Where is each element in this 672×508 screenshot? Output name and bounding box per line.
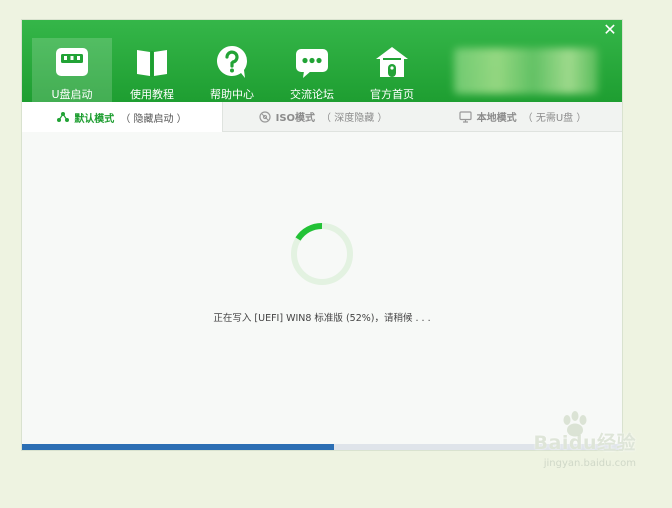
monitor-icon (459, 110, 472, 123)
nav-label: 使用教程 (130, 88, 174, 101)
nav-item-forum[interactable]: 交流论坛 (272, 38, 352, 102)
tab-iso-mode[interactable]: ISO模式 （ 深度隐藏 ） (223, 102, 423, 131)
close-icon[interactable]: ✕ (602, 22, 618, 38)
top-toolbar: ✕ U盘启动 使用教程 帮助中心 交流论坛 官方首页 (22, 20, 622, 102)
usb-drive-icon (56, 48, 88, 76)
progress-bar-fill (22, 444, 334, 450)
main-nav: U盘启动 使用教程 帮助中心 交流论坛 官方首页 (32, 38, 432, 102)
status-message: 正在写入 [UEFI] WIN8 标准版 (52%)，请稍候 . . . (213, 313, 431, 324)
question-bubble-icon (217, 46, 247, 78)
disc-icon (258, 110, 271, 123)
nav-label: 官方首页 (370, 88, 414, 101)
nav-label: 帮助中心 (210, 88, 254, 101)
tab-local-mode[interactable]: 本地模式 （ 无需U盘 ） (423, 102, 622, 131)
tab-title: ISO模式 (275, 113, 316, 124)
nav-label: U盘启动 (51, 88, 93, 101)
blurred-banner (454, 48, 598, 94)
mode-tabs: 默认模式 （ 隐藏启动 ） ISO模式 （ 深度隐藏 ） 本地模式 （ 无需U盘… (22, 102, 622, 132)
installer-window: ✕ U盘启动 使用教程 帮助中心 交流论坛 官方首页 默认模式 （ 隐藏启动 ）… (22, 20, 622, 450)
nav-label: 交流论坛 (290, 88, 334, 101)
tab-default-mode[interactable]: 默认模式 （ 隐藏启动 ） (22, 102, 223, 132)
tab-subtitle: （ 无需U盘 ） (522, 113, 587, 124)
home-icon (376, 47, 408, 77)
tab-subtitle: （ 隐藏启动 ） (120, 113, 187, 125)
main-content: 正在写入 [UEFI] WIN8 标准版 (52%)，请稍候 . . . (22, 132, 622, 444)
nav-item-help-center[interactable]: 帮助中心 (192, 38, 272, 102)
nav-item-homepage[interactable]: 官方首页 (352, 38, 432, 102)
baidu-jingyan-watermark: Baidu经验 jingyan.baidu.com (516, 411, 636, 486)
loading-spinner-icon (291, 222, 353, 285)
chat-bubble-icon (296, 49, 328, 78)
watermark-url: jingyan.baidu.com (543, 458, 636, 469)
book-icon (137, 50, 167, 77)
nav-item-usb-boot[interactable]: U盘启动 (32, 38, 112, 102)
paw-logo-icon (563, 411, 587, 437)
share-nodes-icon (57, 112, 70, 122)
tab-title: 默认模式 (74, 113, 115, 125)
tab-subtitle: （ 深度隐藏 ） (321, 113, 388, 124)
nav-item-tutorial[interactable]: 使用教程 (112, 38, 192, 102)
tab-title: 本地模式 (476, 113, 517, 124)
